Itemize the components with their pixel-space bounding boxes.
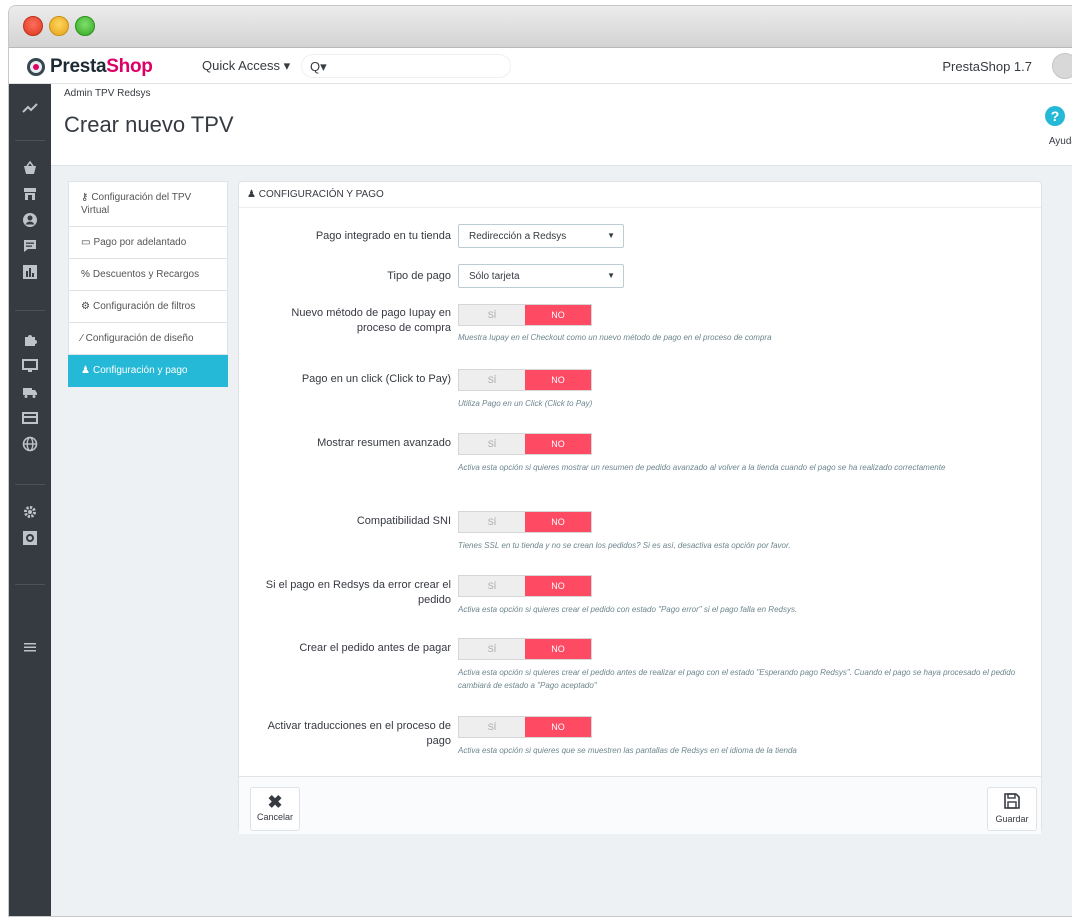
credit-card-icon: ▭ bbox=[81, 237, 91, 248]
integrated-payment-select[interactable]: Redirección a Redsys ▼ bbox=[458, 224, 624, 248]
config-tabs: ⚷ Configuración del TPV Virtual ▭ Pago por… bbox=[68, 181, 228, 387]
advanced-summary-switch[interactable]: SÍ NO bbox=[458, 433, 592, 455]
translations-switch[interactable]: SÍ NO bbox=[458, 716, 592, 738]
caret-down-icon: ▼ bbox=[607, 231, 615, 240]
key-icon: ⚷ bbox=[81, 192, 89, 203]
user-icon: ♟ bbox=[247, 189, 256, 200]
tab-tpv-config[interactable]: ⚷ Configuración del TPV Virtual bbox=[68, 181, 228, 227]
trending-icon[interactable] bbox=[21, 100, 39, 118]
design-monitor-icon[interactable] bbox=[21, 358, 39, 376]
payment-card-icon[interactable] bbox=[21, 410, 39, 428]
prestashop-logo[interactable]: PrestaShop bbox=[27, 56, 153, 78]
stats-icon[interactable] bbox=[21, 264, 39, 282]
page-header: Admin TPV Redsys Crear nuevo TPV ? Ayuda bbox=[51, 84, 1072, 166]
avatar[interactable] bbox=[1052, 53, 1072, 79]
quick-access-menu[interactable]: Quick Access ▾ bbox=[202, 58, 290, 74]
shipping-truck-icon[interactable] bbox=[21, 384, 39, 402]
search-input[interactable]: Q▾ bbox=[301, 54, 511, 78]
international-globe-icon[interactable] bbox=[21, 436, 39, 454]
messages-icon[interactable] bbox=[21, 238, 39, 256]
modules-puzzle-icon[interactable] bbox=[21, 332, 39, 350]
cancel-button[interactable]: ✖ Cancelar bbox=[250, 787, 300, 831]
sni-switch[interactable]: SÍ NO bbox=[458, 511, 592, 533]
error-order-switch[interactable]: SÍ NO bbox=[458, 575, 592, 597]
basket-icon[interactable] bbox=[21, 160, 39, 178]
sidebar-nav bbox=[9, 84, 51, 916]
iupay-switch[interactable]: SÍ NO bbox=[458, 304, 592, 326]
minimize-window-button[interactable] bbox=[49, 16, 69, 36]
help-icon[interactable]: ? bbox=[1045, 106, 1065, 126]
click-to-pay-switch[interactable]: SÍ NO bbox=[458, 369, 592, 391]
tab-design[interactable]: ⁄ Configuración de diseño bbox=[68, 323, 228, 355]
customer-icon[interactable] bbox=[21, 212, 39, 230]
save-button[interactable]: Guardar bbox=[987, 787, 1037, 831]
maximize-window-button[interactable] bbox=[75, 16, 95, 36]
close-window-button[interactable] bbox=[23, 16, 43, 36]
caret-down-icon: ▼ bbox=[607, 271, 615, 280]
tab-config-payment[interactable]: ♟ Configuración y pago bbox=[68, 355, 228, 387]
config-panel: ♟ CONFIGURACIÓN Y PAGO Pago integrado en… bbox=[238, 181, 1042, 834]
save-disk-icon bbox=[988, 792, 1036, 814]
percent-icon: % bbox=[81, 269, 90, 280]
order-before-pay-switch[interactable]: SÍ NO bbox=[458, 638, 592, 660]
user-icon: ♟ bbox=[81, 365, 90, 376]
breadcrumb[interactable]: Admin TPV Redsys bbox=[64, 88, 151, 99]
gears-icon: ⚙ bbox=[81, 301, 90, 312]
advanced-settings-icon[interactable] bbox=[21, 530, 39, 548]
panel-heading: ♟ CONFIGURACIÓN Y PAGO bbox=[239, 182, 1041, 208]
top-bar: PrestaShop Quick Access ▾ Q▾ PrestaShop … bbox=[9, 48, 1072, 84]
help-label[interactable]: Ayuda bbox=[1049, 136, 1072, 147]
tab-filters[interactable]: ⚙ Configuración de filtros bbox=[68, 291, 228, 323]
menu-collapse-icon[interactable] bbox=[21, 640, 39, 658]
prestashop-logo-icon bbox=[27, 58, 45, 76]
tab-prepaid[interactable]: ▭ Pago por adelantado bbox=[68, 227, 228, 259]
tab-discounts[interactable]: % Descuentos y Recargos bbox=[68, 259, 228, 291]
payment-type-select[interactable]: Sólo tarjeta ▼ bbox=[458, 264, 624, 288]
magic-wand-icon: ⁄ bbox=[81, 333, 83, 344]
panel-footer: ✖ Cancelar Guardar bbox=[239, 776, 1041, 834]
title-bar bbox=[9, 6, 1072, 48]
app-window: PrestaShop Quick Access ▾ Q▾ PrestaShop … bbox=[8, 5, 1072, 917]
page-title: Crear nuevo TPV bbox=[64, 112, 234, 137]
store-icon[interactable] bbox=[21, 186, 39, 204]
shop-version-link[interactable]: PrestaShop 1.7 bbox=[942, 59, 1032, 74]
close-icon: ✖ bbox=[267, 792, 283, 812]
settings-gear-icon[interactable] bbox=[21, 504, 39, 522]
